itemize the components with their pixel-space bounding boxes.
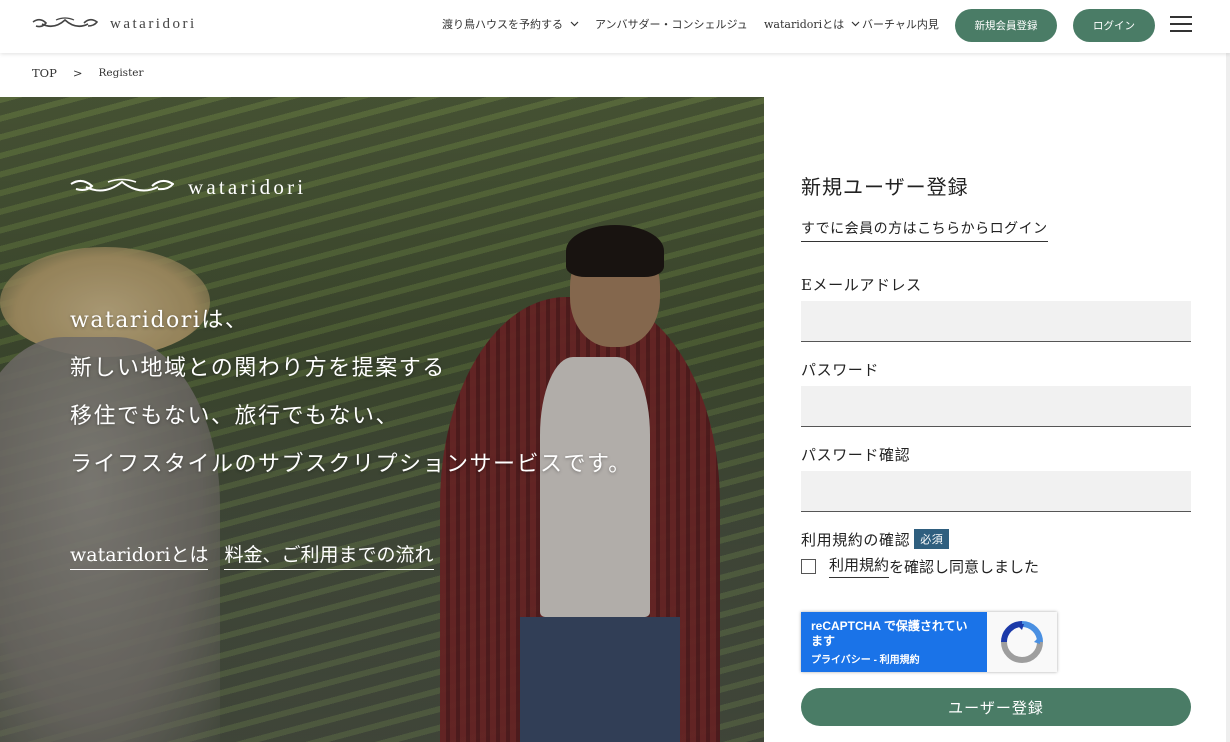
form-title: 新規ユーザー登録 [801,175,969,199]
hero-copy-line: 新しい地域との関わり方を提案する [70,356,446,381]
terms-agree-row: 利用規約 を確認し同意しました [801,554,1039,578]
recaptcha-badge[interactable]: reCAPTCHA で保護されています プライバシー - 利用規約 [801,612,1057,672]
hero-links: wataridoriとは 料金、ご利用までの流れ [70,540,450,570]
password-confirm-label: パスワード確認 [801,446,911,464]
terms-agree-text: を確認し同意しました [889,557,1040,576]
chevron-down-icon [851,21,860,27]
password-confirm-field[interactable] [801,471,1191,512]
hero-copy-line: 移住でもない、旅行でもない、 [70,404,400,429]
email-field[interactable] [801,301,1191,342]
terms-section-label: 利用規約の確認 必須 [801,529,950,550]
logo-text: wataridori [110,15,197,32]
chevron-down-icon [570,21,579,27]
terms-link[interactable]: 利用規約 [829,554,890,578]
hero-logo: wataridori [70,174,306,200]
about-link[interactable]: wataridoriとは [70,540,209,570]
nav-item-reserve[interactable]: 渡り鳥ハウスを予約する [442,16,579,32]
hero-logo-text: wataridori [188,174,307,199]
hero-copy-line: ライフスタイルのサブスクリプションサービスです。 [70,452,632,477]
nav-label: アンバサダー・コンシェルジュ [595,18,748,31]
bird-logo-icon [70,178,174,192]
user-register-button[interactable]: ユーザー登録 [801,688,1191,726]
password-field[interactable] [801,386,1191,427]
register-button[interactable]: 新規会員登録 [955,9,1057,42]
nav-item-ambassador[interactable]: アンバサダー・コンシェルジュ [595,16,748,32]
breadcrumb-separator: > [72,66,83,80]
hero-copy-line: wataridoriは、 [70,308,249,333]
nav-label: 渡り鳥ハウスを予約する [442,18,563,31]
password-label: パスワード [801,361,880,379]
nav-label: バーチャル内見 [862,18,939,31]
hero-copy: wataridoriは、 新しい地域との関わり方を提案する 移住でもない、旅行で… [70,297,632,489]
terms-label: 利用規約の確認 [801,531,911,549]
login-button[interactable]: ログイン [1073,9,1155,42]
breadcrumb-current: Register [98,67,144,79]
recaptcha-icon [1001,621,1043,663]
site-header: wataridori 渡り鳥ハウスを予約する アンバサダー・コンシェルジュ wa… [0,0,1230,53]
nav-item-about[interactable]: wataridoriとは [764,16,860,32]
recaptcha-links[interactable]: プライバシー - 利用規約 [811,651,977,666]
breadcrumb-top-link[interactable]: TOP [32,66,57,80]
nav-item-virtual-tour[interactable]: バーチャル内見 [862,16,939,32]
terms-checkbox[interactable] [801,558,816,574]
pricing-flow-link[interactable]: 料金、ご利用までの流れ [224,540,434,570]
nav-label: wataridoriとは [764,18,845,31]
hamburger-icon[interactable] [1170,16,1192,32]
page-scrollbar[interactable] [1226,0,1230,742]
existing-member-login-link[interactable]: すでに会員の方はこちらからログイン [801,218,1048,242]
site-logo[interactable]: wataridori [32,14,197,34]
hero-image: wataridori wataridoriは、 新しい地域との関わり方を提案する… [0,97,764,742]
recaptcha-title: reCAPTCHA で保護されています [811,619,968,648]
bird-logo-icon [32,17,98,28]
email-label: Eメールアドレス [801,276,922,294]
breadcrumb: TOP > Register [32,66,144,80]
required-badge: 必須 [914,529,950,549]
